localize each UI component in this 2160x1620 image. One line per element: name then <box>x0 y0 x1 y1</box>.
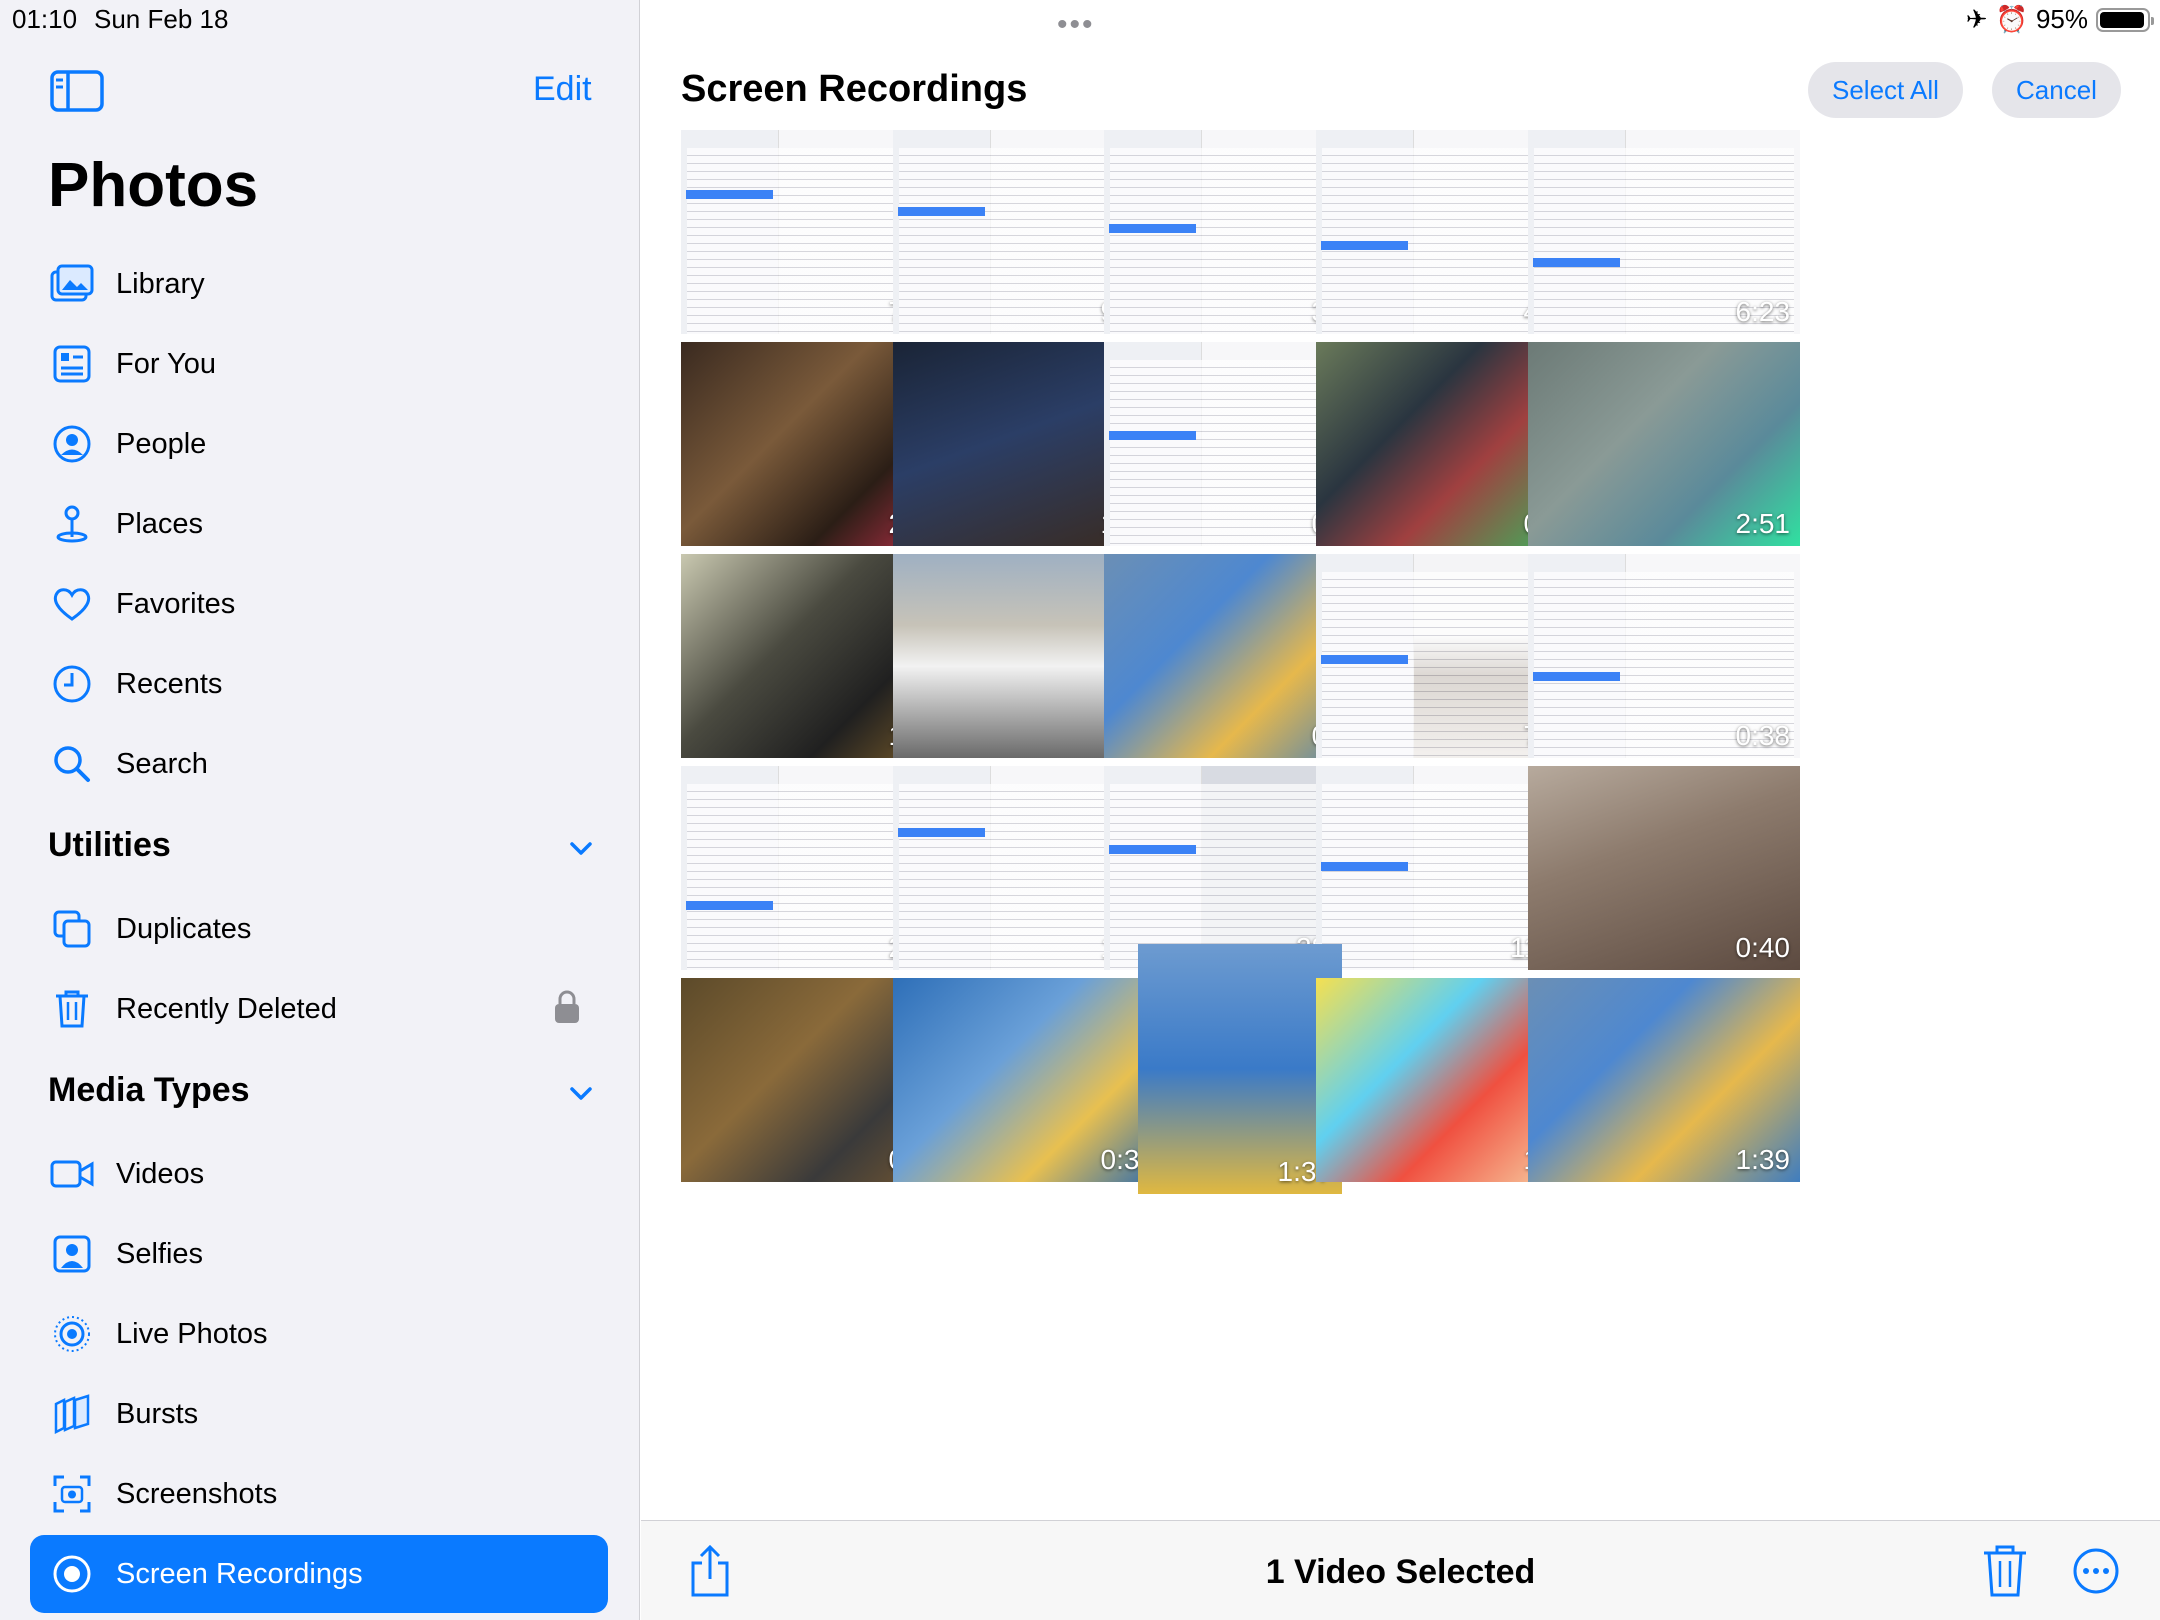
for-you-icon <box>48 340 96 388</box>
people-icon <box>48 420 96 468</box>
library-icon <box>48 260 96 308</box>
sidebar-item-videos[interactable]: Videos <box>30 1135 608 1213</box>
sidebar-item-label: Places <box>116 507 204 540</box>
sidebar-item-label: Recents <box>116 667 223 700</box>
sidebar-item-places[interactable]: Places <box>30 485 608 563</box>
status-time: 01:10 <box>12 4 78 34</box>
sidebar-item-label: Live Photos <box>116 1317 268 1350</box>
sidebar-item-recently-deleted[interactable]: Recently Deleted <box>30 970 608 1048</box>
cancel-button[interactable]: Cancel <box>1992 62 2121 118</box>
sidebar-item-label: For You <box>116 347 216 380</box>
alarm-icon: ⏰ <box>1995 4 2028 34</box>
sidebar-item-label: Duplicates <box>116 912 252 945</box>
status-date: Sun Feb 18 <box>94 4 229 34</box>
sidebar-item-label: Library <box>116 267 205 300</box>
selfie-icon <box>48 1230 96 1278</box>
screen-recording-icon <box>48 1550 96 1598</box>
sidebar-item-recents[interactable]: Recents <box>30 645 608 723</box>
selection-count: 1 Video Selected <box>1265 1553 1536 1591</box>
sidebar-item-duplicates[interactable]: Duplicates <box>30 890 608 968</box>
sidebar-item-label: Search <box>116 747 208 780</box>
sidebar-item-live-photos[interactable]: Live Photos <box>30 1295 608 1373</box>
sidebar-item-people[interactable]: People <box>30 405 608 483</box>
screenshot-icon <box>48 1470 96 1518</box>
video-thumbnail[interactable]: 0:38 <box>1528 554 1800 758</box>
live-photo-icon <box>48 1310 96 1358</box>
sidebar-item-label: Bursts <box>116 1397 199 1430</box>
sidebar-item-label: Screen Recordings <box>116 1557 363 1590</box>
status-indicators: ✈ ⏰ 95% <box>1965 4 2154 35</box>
sidebar-item-bursts[interactable]: Bursts <box>30 1375 608 1453</box>
video-duration: 6:23 <box>1735 296 1791 327</box>
places-icon <box>48 500 96 548</box>
sidebar-item-search[interactable]: Search <box>30 725 608 803</box>
sidebar-item-label: Favorites <box>116 587 236 620</box>
airplane-icon: ✈ <box>1965 4 1988 34</box>
edit-button[interactable]: Edit <box>533 70 592 109</box>
lock-icon <box>555 990 579 1023</box>
video-duration: 0:38 <box>1735 720 1791 751</box>
video-duration: 1:39 <box>1735 1144 1791 1175</box>
sidebar: 01:10 Sun Feb 18 Edit Photos Library For… <box>0 0 640 1620</box>
sidebar-toggle-icon[interactable] <box>50 70 104 112</box>
chevron-down-icon[interactable] <box>568 1081 594 1107</box>
sidebar-item-screenshots[interactable]: Screenshots <box>30 1455 608 1533</box>
heart-icon <box>48 580 96 628</box>
media-types-heading[interactable]: Media Types <box>48 1071 250 1110</box>
trash-icon <box>48 985 96 1033</box>
battery-icon <box>2096 7 2154 32</box>
main-content: ••• ✈ ⏰ 95% Screen Recordings Select All… <box>641 0 2160 1620</box>
video-thumbnail[interactable]: 0:37 <box>893 978 1165 1182</box>
sidebar-item-selfies[interactable]: Selfies <box>30 1215 608 1293</box>
sidebar-item-label: Recently Deleted <box>116 992 337 1025</box>
sidebar-item-label: Screenshots <box>116 1477 278 1510</box>
page-title: Screen Recordings <box>681 68 1028 110</box>
bursts-icon <box>48 1390 96 1438</box>
trash-icon[interactable] <box>1980 1543 2030 1599</box>
sidebar-item-favorites[interactable]: Favorites <box>30 565 608 643</box>
sidebar-title: Photos <box>48 151 259 220</box>
bottom-toolbar: 1 Video Selected <box>641 1520 2160 1620</box>
sidebar-item-for-you[interactable]: For You <box>30 325 608 403</box>
clock-icon <box>48 660 96 708</box>
video-duration: 2:51 <box>1735 508 1791 539</box>
chevron-down-icon[interactable] <box>568 836 594 862</box>
more-options-icon[interactable] <box>2071 1543 2121 1599</box>
sidebar-item-screen-recordings[interactable]: Screen Recordings <box>30 1535 608 1613</box>
video-thumbnail[interactable]: 1:39 <box>1528 978 1800 1182</box>
sidebar-item-label: Selfies <box>116 1237 204 1270</box>
video-thumbnail[interactable]: 0:40 <box>1528 766 1800 970</box>
video-thumbnail[interactable]: 6:23 <box>1528 130 1800 334</box>
video-thumbnail[interactable]: 2:51 <box>1528 342 1800 546</box>
select-all-button[interactable]: Select All <box>1808 62 1963 118</box>
sidebar-item-library[interactable]: Library <box>30 245 608 323</box>
video-icon <box>48 1150 96 1198</box>
video-thumbnail[interactable]: 1:37 <box>1138 944 1342 1194</box>
battery-percent: 95% <box>2035 4 2088 34</box>
video-duration: 0:40 <box>1735 932 1791 963</box>
duplicates-icon <box>48 905 96 953</box>
sidebar-item-label: Videos <box>116 1157 205 1190</box>
utilities-heading[interactable]: Utilities <box>48 826 171 865</box>
multitasking-dots[interactable]: ••• <box>1057 8 1095 42</box>
search-icon <box>48 740 96 788</box>
sidebar-item-label: People <box>116 427 207 460</box>
